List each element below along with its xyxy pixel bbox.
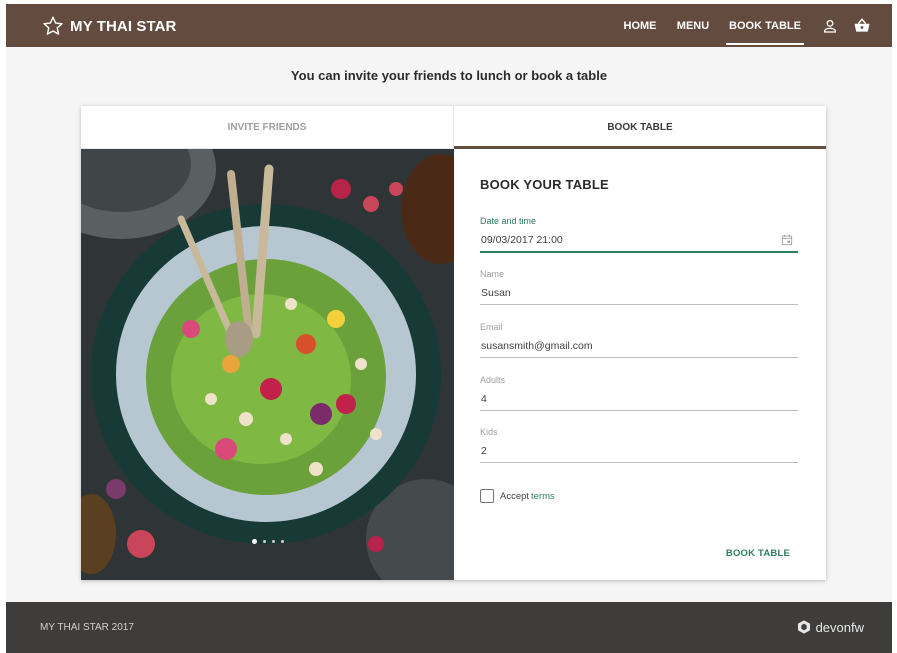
- email-field[interactable]: Email susansmith@gmail.com: [480, 322, 798, 358]
- adults-field[interactable]: Adults 4: [480, 375, 798, 411]
- kids-input[interactable]: 2: [481, 445, 487, 457]
- nav-book-table[interactable]: BOOK TABLE: [726, 4, 804, 47]
- tab-invite-friends[interactable]: INVITE FRIENDS: [81, 106, 454, 148]
- kids-label: Kids: [480, 427, 498, 437]
- footer-copyright: MY THAI STAR 2017: [40, 622, 134, 633]
- email-input[interactable]: susansmith@gmail.com: [481, 340, 593, 352]
- top-bar: MY THAI STAR HOME MENU BOOK TABLE: [6, 4, 892, 47]
- devonfw-logo[interactable]: devonfw: [796, 619, 864, 635]
- email-label: Email: [480, 322, 503, 332]
- food-bowl-image: [81, 149, 454, 580]
- app-frame: MY THAI STAR HOME MENU BOOK TABLE You ca…: [6, 4, 892, 653]
- name-label: Name: [480, 269, 505, 279]
- booking-form: BOOK YOUR TABLE Date and time 09/03/2017…: [454, 149, 826, 580]
- food-photo: [81, 149, 454, 580]
- terms-link[interactable]: terms: [531, 491, 555, 502]
- nav-home[interactable]: HOME: [612, 4, 668, 47]
- form-title: BOOK YOUR TABLE: [480, 177, 609, 192]
- basket-icon[interactable]: [846, 4, 878, 47]
- user-icon[interactable]: [814, 4, 846, 47]
- carousel-dot[interactable]: [271, 540, 275, 543]
- accept-label: Accept: [500, 490, 530, 502]
- adults-label: Adults: [480, 375, 506, 385]
- date-time-label: Date and time: [480, 216, 537, 226]
- footer: MY THAI STAR 2017 devonfw: [6, 602, 892, 653]
- star-outline-icon: [43, 16, 63, 35]
- accept-terms-checkbox[interactable]: [480, 489, 494, 503]
- footer-logo-text: devonfw: [815, 619, 864, 635]
- page-subtitle: You can invite your friends to lunch or …: [290, 68, 608, 83]
- nav-menu[interactable]: MENU: [670, 4, 716, 47]
- booking-tabs: INVITE FRIENDS BOOK TABLE: [81, 106, 826, 149]
- tab-book-table[interactable]: BOOK TABLE: [454, 106, 826, 149]
- devonfw-logo-icon: [797, 620, 810, 634]
- name-field[interactable]: Name Susan: [480, 269, 798, 305]
- brand[interactable]: MY THAI STAR: [42, 15, 176, 37]
- booking-card: INVITE FRIENDS BOOK TABLE BOOK YOUR TABL…: [81, 106, 826, 580]
- brand-name: MY THAI STAR: [70, 17, 177, 35]
- date-time-field[interactable]: Date and time 09/03/2017 21:00: [480, 216, 798, 253]
- carousel-dot[interactable]: [262, 540, 266, 543]
- date-time-input[interactable]: 09/03/2017 21:00: [481, 234, 563, 246]
- calendar-icon[interactable]: [780, 233, 794, 247]
- kids-field[interactable]: Kids 2: [480, 427, 798, 463]
- main-nav: HOME MENU BOOK TABLE: [612, 4, 892, 47]
- name-input[interactable]: Susan: [481, 287, 511, 299]
- book-table-submit-button[interactable]: BOOK TABLE: [726, 548, 790, 559]
- carousel-dot[interactable]: [251, 539, 257, 544]
- accept-terms: Accept terms: [480, 489, 555, 503]
- carousel-dots: [81, 539, 454, 544]
- carousel-dot[interactable]: [280, 540, 284, 543]
- adults-input[interactable]: 4: [481, 393, 487, 405]
